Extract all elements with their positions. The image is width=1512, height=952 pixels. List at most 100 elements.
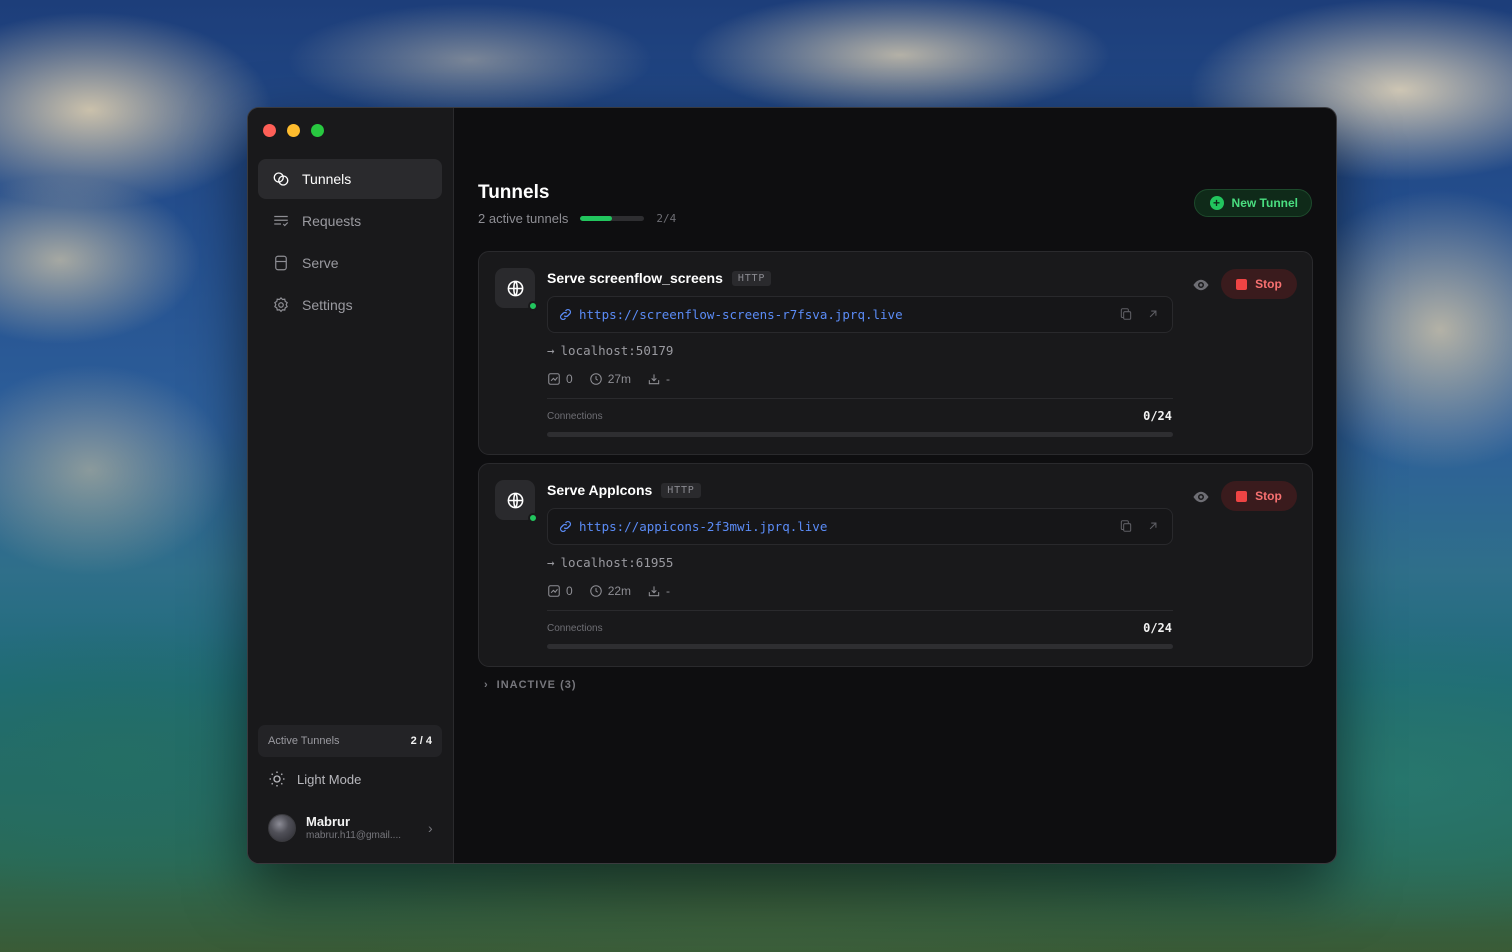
active-tunnels-count: 2 / 4 [410, 735, 432, 747]
connections-value: 0/24 [1143, 621, 1172, 635]
tunnel-name: Serve AppIcons [547, 482, 653, 498]
active-tunnels-subtitle: 2 active tunnels [478, 211, 569, 226]
user-profile[interactable]: Mabrur mabrur.h11@gmail.... › [268, 814, 438, 842]
tunnel-url-link[interactable]: https://screenflow-screens-r7fsva.jprq.l… [579, 307, 903, 322]
sidebar: Tunnels Requests Serve Settings Active T… [248, 108, 454, 863]
activity-icon [548, 585, 560, 597]
sidebar-nav: Tunnels Requests Serve Settings [258, 159, 442, 327]
download-icon [648, 586, 660, 597]
active-tunnels-summary: Active Tunnels 2 / 4 [258, 725, 442, 757]
connections-progress [547, 432, 1173, 437]
tunnel-name: Serve screenflow_screens [547, 270, 723, 286]
tunnel-url-field: https://appicons-2f3mwi.jprq.live [547, 508, 1173, 545]
gear-icon [274, 296, 288, 313]
sidebar-item-serve[interactable]: Serve [258, 243, 442, 283]
requests-count: 0 [566, 584, 573, 598]
status-online-dot [528, 513, 538, 523]
eye-icon[interactable] [1192, 276, 1210, 294]
local-target: → localhost:61955 [547, 555, 673, 570]
user-email: mabrur.h11@gmail.... [306, 829, 402, 841]
page-title: Tunnels [478, 182, 550, 203]
stop-button[interactable]: Stop [1221, 481, 1297, 511]
sidebar-item-label: Settings [302, 297, 353, 313]
bandwidth-value: - [666, 584, 671, 598]
stop-label: Stop [1255, 489, 1282, 503]
connections-label: Connections [547, 411, 603, 422]
stop-button[interactable]: Stop [1221, 269, 1297, 299]
close-window-button[interactable] [263, 124, 276, 137]
clock-icon [589, 373, 602, 385]
sidebar-item-requests[interactable]: Requests [258, 201, 442, 241]
sidebar-item-settings[interactable]: Settings [258, 285, 442, 325]
minimize-window-button[interactable] [287, 124, 300, 137]
tunnel-card: Serve screenflow_screens HTTP https://sc… [478, 251, 1313, 455]
connections-value: 0/24 [1143, 409, 1172, 423]
link-icon [560, 521, 571, 532]
light-mode-label: Light Mode [297, 771, 362, 787]
plus-icon: + [1209, 196, 1224, 210]
clock-icon [589, 585, 602, 597]
new-tunnel-label: New Tunnel [1231, 196, 1298, 210]
copy-icon[interactable] [1119, 519, 1133, 533]
stop-label: Stop [1255, 277, 1282, 291]
bandwidth-stat: - [647, 584, 670, 598]
sidebar-item-label: Serve [302, 255, 339, 271]
uptime-stat: 27m [589, 372, 631, 386]
download-icon [648, 374, 660, 385]
new-tunnel-button[interactable]: + New Tunnel [1193, 189, 1312, 217]
app-window: Tunnels Requests Serve Settings Active T… [247, 107, 1337, 864]
globe-icon [507, 280, 523, 296]
activity-icon [548, 373, 560, 385]
divider [547, 398, 1173, 399]
stop-icon [1236, 278, 1248, 290]
requests-count: 0 [566, 372, 573, 386]
tunnels-summary: 2 active tunnels 2/4 [478, 211, 676, 226]
tunnel-stats: 0 27m - [547, 372, 670, 386]
requests-icon [274, 215, 289, 227]
tunnel-url-link[interactable]: https://appicons-2f3mwi.jprq.live [579, 519, 827, 534]
active-tunnels-label: Active Tunnels [268, 735, 340, 747]
copy-icon[interactable] [1119, 307, 1133, 321]
tunnel-stats: 0 22m - [547, 584, 670, 598]
maximize-window-button[interactable] [311, 124, 324, 137]
chevron-right-icon: › [428, 820, 433, 836]
divider [547, 610, 1173, 611]
stop-icon [1236, 490, 1248, 502]
protocol-badge: HTTP [731, 270, 772, 286]
bandwidth-stat: - [647, 372, 670, 386]
requests-stat: 0 [547, 584, 573, 598]
main-content: Tunnels 2 active tunnels 2/4 + New Tunne… [454, 108, 1336, 863]
active-tunnels-progress-fill [580, 216, 613, 221]
active-tunnels-fraction: 2/4 [656, 212, 677, 225]
arrow-right-icon: → [547, 555, 555, 570]
protocol-badge: HTTP [661, 482, 701, 498]
local-address: localhost:50179 [560, 343, 674, 358]
open-external-icon[interactable] [1146, 519, 1160, 533]
uptime-value: 22m [607, 584, 632, 598]
tunnel-card: Serve AppIcons HTTP https://appicons-2f3… [478, 463, 1313, 667]
light-mode-toggle[interactable]: Light Mode [268, 770, 361, 788]
inactive-label: INACTIVE (3) [496, 679, 577, 691]
sidebar-item-tunnels[interactable]: Tunnels [258, 159, 442, 199]
local-target: → localhost:50179 [547, 343, 673, 358]
eye-icon[interactable] [1192, 488, 1210, 506]
sidebar-item-label: Tunnels [302, 171, 352, 187]
sidebar-item-label: Requests [302, 213, 362, 229]
uptime-value: 27m [607, 372, 632, 386]
requests-stat: 0 [547, 372, 573, 386]
local-address: localhost:61955 [560, 555, 674, 570]
inactive-section-toggle[interactable]: › INACTIVE (3) [484, 679, 577, 691]
status-online-dot [528, 301, 538, 311]
sun-icon [269, 771, 285, 787]
window-controls [263, 124, 324, 137]
connections-progress [547, 644, 1173, 649]
arrow-right-icon: → [547, 343, 555, 358]
tunnels-icon [273, 172, 289, 186]
bandwidth-value: - [666, 372, 671, 386]
avatar [268, 814, 296, 842]
open-external-icon[interactable] [1146, 307, 1160, 321]
user-name: Mabrur [306, 814, 351, 830]
uptime-stat: 22m [589, 584, 631, 598]
serve-icon [275, 255, 287, 271]
link-icon [560, 309, 571, 320]
